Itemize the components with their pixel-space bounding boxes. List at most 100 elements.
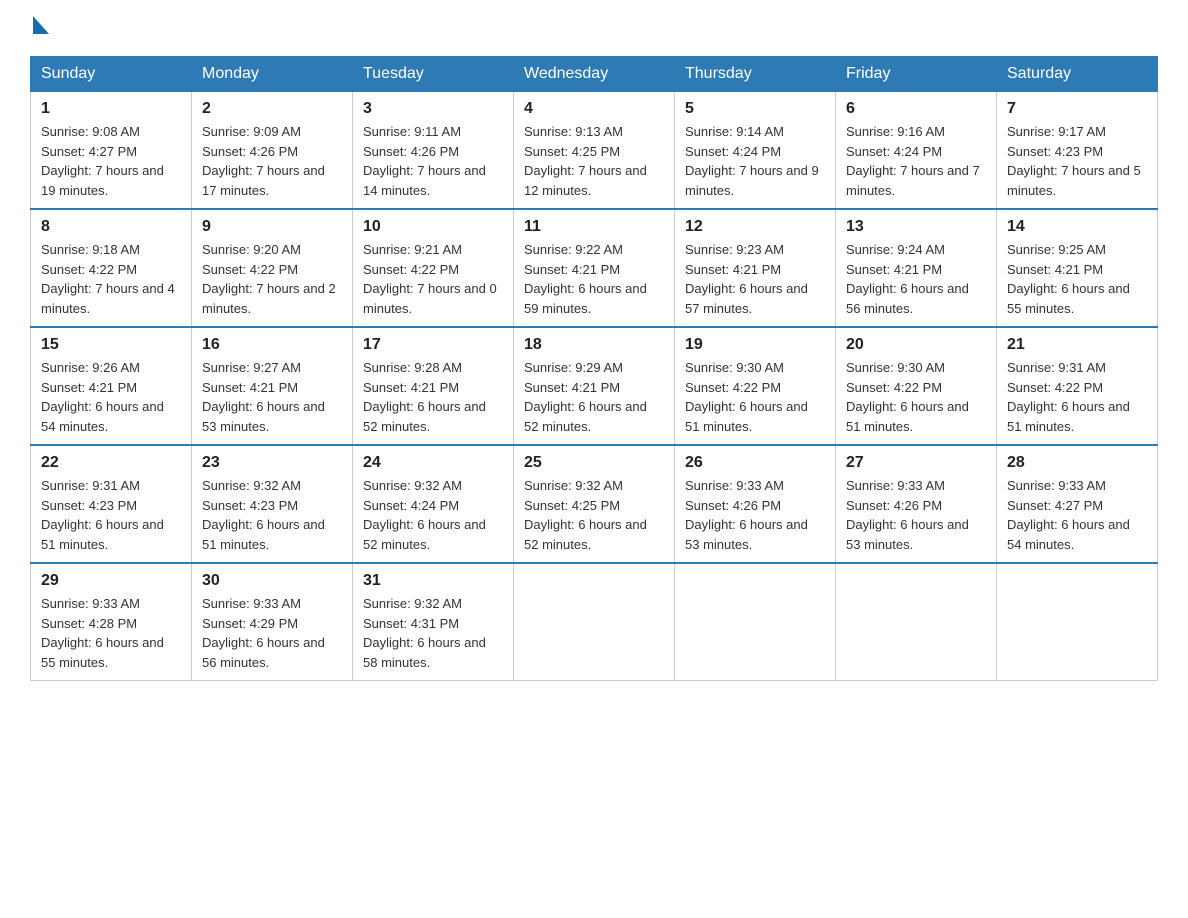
day-number: 21 (1007, 336, 1147, 354)
calendar-cell: 22 Sunrise: 9:31 AMSunset: 4:23 PMDayligh… (31, 445, 192, 563)
calendar-cell: 24 Sunrise: 9:32 AMSunset: 4:24 PMDayligh… (353, 445, 514, 563)
week-row-2: 8Sunrise: 9:18 AMSunset: 4:22 PMDaylight… (31, 209, 1158, 327)
day-number: 19 (685, 336, 825, 354)
day-number: 23 (202, 454, 342, 472)
calendar-cell (514, 563, 675, 681)
calendar-cell: 9 Sunrise: 9:20 AMSunset: 4:22 PMDaylight… (192, 209, 353, 327)
calendar-cell: 23 Sunrise: 9:32 AMSunset: 4:23 PMDayligh… (192, 445, 353, 563)
col-header-saturday: Saturday (997, 57, 1158, 92)
calendar-cell: 13 Sunrise: 9:24 AMSunset: 4:21 PMDayligh… (836, 209, 997, 327)
day-info: Sunrise: 9:33 AMSunset: 4:27 PMDaylight:… (1007, 476, 1147, 554)
calendar-cell: 16Sunrise: 9:27 AMSunset: 4:21 PMDayligh… (192, 327, 353, 445)
day-number: 6 (846, 100, 986, 118)
day-info: Sunrise: 9:33 AMSunset: 4:29 PMDaylight:… (202, 594, 342, 672)
day-info: Sunrise: 9:14 AMSunset: 4:24 PMDaylight:… (685, 122, 825, 200)
col-header-friday: Friday (836, 57, 997, 92)
day-number: 5 (685, 100, 825, 118)
day-number: 26 (685, 454, 825, 472)
day-info: Sunrise: 9:31 AMSunset: 4:23 PMDaylight:… (41, 476, 181, 554)
day-info: Sunrise: 9:33 AMSunset: 4:26 PMDaylight:… (685, 476, 825, 554)
day-info: Sunrise: 9:17 AMSunset: 4:23 PMDaylight:… (1007, 122, 1147, 200)
day-info: Sunrise: 9:32 AMSunset: 4:23 PMDaylight:… (202, 476, 342, 554)
day-number: 12 (685, 218, 825, 236)
calendar-cell: 4 Sunrise: 9:13 AMSunset: 4:25 PMDaylight… (514, 92, 675, 210)
logo-arrow-icon (33, 16, 49, 34)
day-info: Sunrise: 9:20 AMSunset: 4:22 PMDaylight:… (202, 240, 342, 318)
calendar-cell: 10Sunrise: 9:21 AMSunset: 4:22 PMDayligh… (353, 209, 514, 327)
calendar-cell: 12 Sunrise: 9:23 AMSunset: 4:21 PMDayligh… (675, 209, 836, 327)
day-info: Sunrise: 9:28 AMSunset: 4:21 PMDaylight:… (363, 358, 503, 436)
day-info: Sunrise: 9:08 AMSunset: 4:27 PMDaylight:… (41, 122, 181, 200)
day-number: 14 (1007, 218, 1147, 236)
day-number: 11 (524, 218, 664, 236)
col-header-sunday: Sunday (31, 57, 192, 92)
calendar-cell: 11 Sunrise: 9:22 AMSunset: 4:21 PMDayligh… (514, 209, 675, 327)
day-info: Sunrise: 9:32 AMSunset: 4:31 PMDaylight:… (363, 594, 503, 672)
day-number: 18 (524, 336, 664, 354)
day-number: 25 (524, 454, 664, 472)
calendar-cell: 30Sunrise: 9:33 AMSunset: 4:29 PMDayligh… (192, 563, 353, 681)
header-row: SundayMondayTuesdayWednesdayThursdayFrid… (31, 57, 1158, 92)
calendar-cell (836, 563, 997, 681)
day-info: Sunrise: 9:13 AMSunset: 4:25 PMDaylight:… (524, 122, 664, 200)
calendar-cell: 27Sunrise: 9:33 AMSunset: 4:26 PMDayligh… (836, 445, 997, 563)
day-number: 2 (202, 100, 342, 118)
col-header-wednesday: Wednesday (514, 57, 675, 92)
day-info: Sunrise: 9:33 AMSunset: 4:28 PMDaylight:… (41, 594, 181, 672)
day-info: Sunrise: 9:31 AMSunset: 4:22 PMDaylight:… (1007, 358, 1147, 436)
day-number: 10 (363, 218, 503, 236)
col-header-monday: Monday (192, 57, 353, 92)
col-header-thursday: Thursday (675, 57, 836, 92)
calendar-cell: 8Sunrise: 9:18 AMSunset: 4:22 PMDaylight… (31, 209, 192, 327)
day-info: Sunrise: 9:30 AMSunset: 4:22 PMDaylight:… (685, 358, 825, 436)
week-row-5: 29 Sunrise: 9:33 AMSunset: 4:28 PMDayligh… (31, 563, 1158, 681)
week-row-4: 22 Sunrise: 9:31 AMSunset: 4:23 PMDayligh… (31, 445, 1158, 563)
calendar-cell: 15Sunrise: 9:26 AMSunset: 4:21 PMDayligh… (31, 327, 192, 445)
day-number: 4 (524, 100, 664, 118)
calendar-cell: 29 Sunrise: 9:33 AMSunset: 4:28 PMDayligh… (31, 563, 192, 681)
calendar-cell: 25 Sunrise: 9:32 AMSunset: 4:25 PMDayligh… (514, 445, 675, 563)
day-info: Sunrise: 9:33 AMSunset: 4:26 PMDaylight:… (846, 476, 986, 554)
calendar-cell: 21 Sunrise: 9:31 AMSunset: 4:22 PMDayligh… (997, 327, 1158, 445)
day-number: 17 (363, 336, 503, 354)
calendar-cell: 5 Sunrise: 9:14 AMSunset: 4:24 PMDaylight… (675, 92, 836, 210)
day-info: Sunrise: 9:30 AMSunset: 4:22 PMDaylight:… (846, 358, 986, 436)
day-info: Sunrise: 9:16 AMSunset: 4:24 PMDaylight:… (846, 122, 986, 200)
page-header (30, 20, 1158, 38)
day-number: 24 (363, 454, 503, 472)
calendar-cell: 7 Sunrise: 9:17 AMSunset: 4:23 PMDaylight… (997, 92, 1158, 210)
week-row-3: 15Sunrise: 9:26 AMSunset: 4:21 PMDayligh… (31, 327, 1158, 445)
day-number: 1 (41, 100, 181, 118)
calendar-cell: 1 Sunrise: 9:08 AMSunset: 4:27 PMDaylight… (31, 92, 192, 210)
day-number: 16 (202, 336, 342, 354)
day-info: Sunrise: 9:32 AMSunset: 4:24 PMDaylight:… (363, 476, 503, 554)
calendar-cell (997, 563, 1158, 681)
day-number: 28 (1007, 454, 1147, 472)
day-number: 29 (41, 572, 181, 590)
calendar-cell: 20 Sunrise: 9:30 AMSunset: 4:22 PMDayligh… (836, 327, 997, 445)
day-info: Sunrise: 9:29 AMSunset: 4:21 PMDaylight:… (524, 358, 664, 436)
day-number: 31 (363, 572, 503, 590)
calendar-cell: 2 Sunrise: 9:09 AMSunset: 4:26 PMDaylight… (192, 92, 353, 210)
day-info: Sunrise: 9:32 AMSunset: 4:25 PMDaylight:… (524, 476, 664, 554)
day-info: Sunrise: 9:25 AMSunset: 4:21 PMDaylight:… (1007, 240, 1147, 318)
day-number: 3 (363, 100, 503, 118)
calendar-cell: 6 Sunrise: 9:16 AMSunset: 4:24 PMDaylight… (836, 92, 997, 210)
day-info: Sunrise: 9:09 AMSunset: 4:26 PMDaylight:… (202, 122, 342, 200)
day-number: 15 (41, 336, 181, 354)
logo (30, 20, 49, 38)
day-number: 20 (846, 336, 986, 354)
day-info: Sunrise: 9:23 AMSunset: 4:21 PMDaylight:… (685, 240, 825, 318)
calendar-table: SundayMondayTuesdayWednesdayThursdayFrid… (30, 56, 1158, 681)
calendar-cell: 3Sunrise: 9:11 AMSunset: 4:26 PMDaylight… (353, 92, 514, 210)
col-header-tuesday: Tuesday (353, 57, 514, 92)
calendar-cell: 31 Sunrise: 9:32 AMSunset: 4:31 PMDayligh… (353, 563, 514, 681)
day-number: 7 (1007, 100, 1147, 118)
day-info: Sunrise: 9:22 AMSunset: 4:21 PMDaylight:… (524, 240, 664, 318)
calendar-cell: 14 Sunrise: 9:25 AMSunset: 4:21 PMDayligh… (997, 209, 1158, 327)
day-number: 22 (41, 454, 181, 472)
day-number: 9 (202, 218, 342, 236)
day-number: 13 (846, 218, 986, 236)
calendar-cell (675, 563, 836, 681)
day-info: Sunrise: 9:24 AMSunset: 4:21 PMDaylight:… (846, 240, 986, 318)
